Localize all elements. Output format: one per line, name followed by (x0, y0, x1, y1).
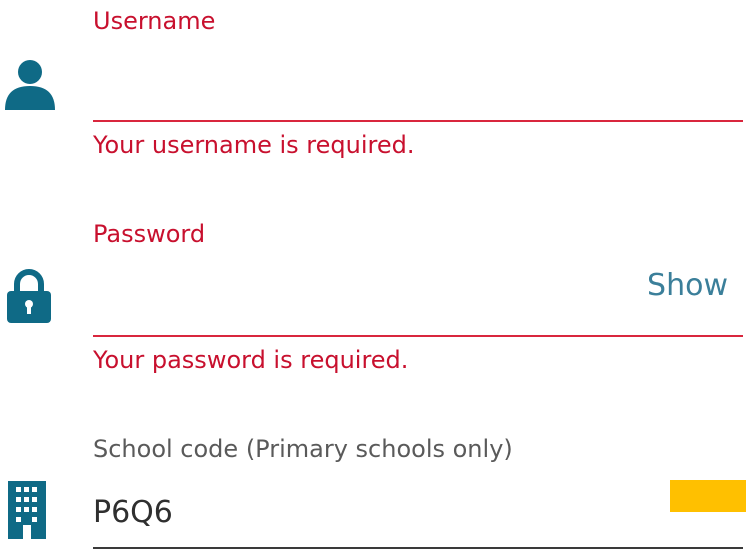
password-input[interactable] (93, 248, 743, 337)
show-password-button[interactable]: Show (647, 271, 728, 301)
highlight-marker (670, 480, 746, 512)
username-label: Username (93, 7, 216, 35)
lock-icon (7, 269, 51, 323)
building-icon (8, 481, 46, 539)
school-code-input[interactable] (93, 478, 743, 549)
password-label: Password (93, 220, 206, 248)
user-icon (5, 60, 55, 110)
username-error: Your username is required. (93, 131, 415, 159)
school-code-label: School code (Primary schools only) (93, 435, 513, 463)
username-input[interactable] (93, 34, 743, 122)
password-error: Your password is required. (93, 346, 409, 374)
